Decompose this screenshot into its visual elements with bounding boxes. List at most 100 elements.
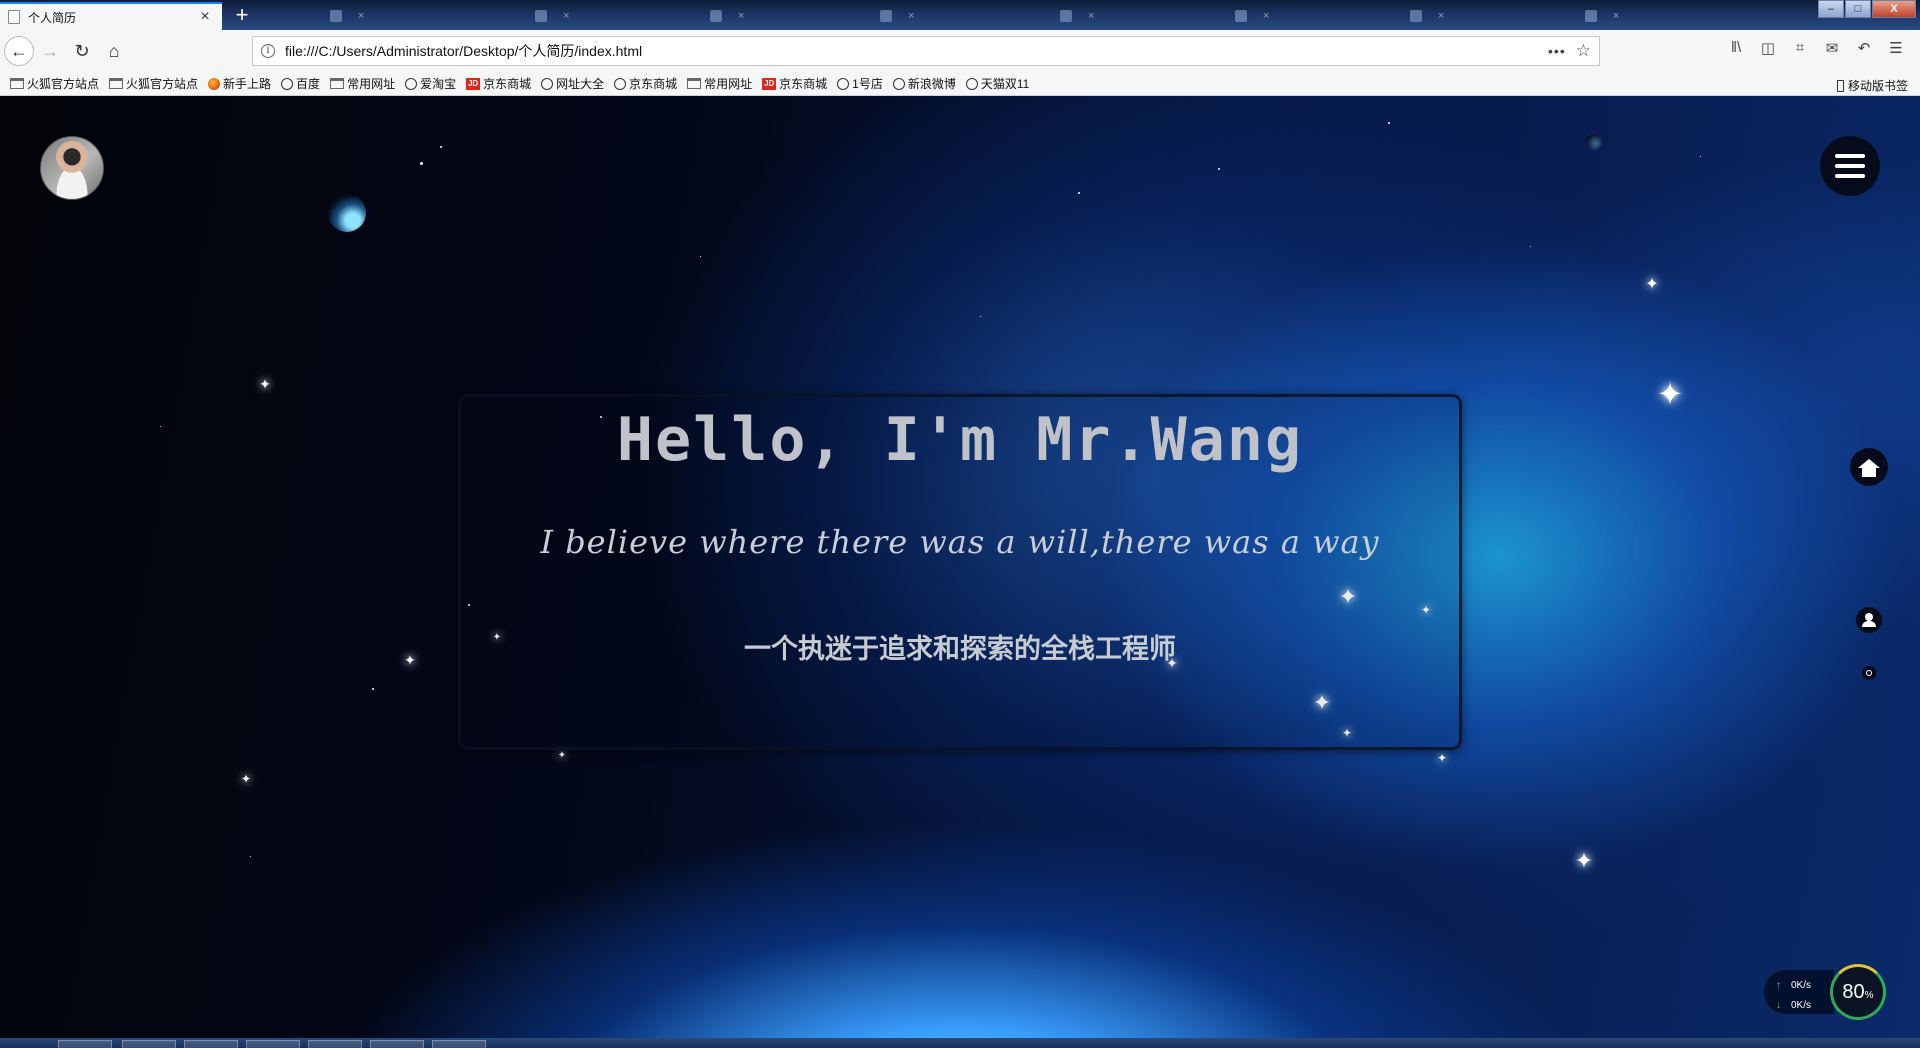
tab-active[interactable]: 个人简历 × (0, 2, 222, 30)
close-tab-icon[interactable]: × (1438, 10, 1444, 22)
new-tab-button[interactable]: + (230, 4, 254, 28)
tab-favicon-icon (710, 10, 722, 22)
page-icon (8, 10, 20, 24)
close-tab-icon[interactable]: × (908, 10, 914, 22)
menu-icon[interactable]: ☰ (1880, 39, 1912, 57)
background-tab[interactable]: × (710, 6, 744, 26)
taskbar (0, 1038, 1920, 1048)
bookmark-item[interactable]: 火狐官方站点 (10, 75, 99, 92)
taskbar-item[interactable] (308, 1040, 362, 1048)
sidebar-icon[interactable]: ◫ (1752, 39, 1784, 57)
page-actions-icon[interactable]: ••• (1548, 43, 1566, 59)
url-text[interactable]: file:///C:/Users/Administrator/Desktop/个… (285, 41, 1548, 61)
bookmark-item[interactable]: 天猫双11 (965, 75, 1029, 92)
network-speed-widget[interactable]: ↑ 0K/s ↓ 0K/s 80% (1764, 964, 1886, 1020)
folder-icon (330, 78, 345, 89)
taskbar-item[interactable] (58, 1040, 112, 1048)
close-tab-icon[interactable]: × (358, 10, 364, 22)
circle-icon (1866, 670, 1872, 676)
close-tab-icon[interactable]: × (1613, 10, 1619, 22)
home-button[interactable]: ⌂ (98, 35, 130, 67)
address-bar[interactable]: i file:///C:/Users/Administrator/Desktop… (252, 36, 1600, 66)
taskbar-item[interactable] (184, 1040, 238, 1048)
bookmark-item[interactable]: 新浪微博 (892, 75, 956, 92)
info-icon[interactable]: i (261, 44, 275, 58)
background-tab[interactable]: × (1235, 6, 1269, 26)
menu-button[interactable] (1820, 136, 1880, 196)
arrow-right-icon: → (41, 40, 59, 61)
bookmark-item[interactable]: 爱淘宝 (405, 75, 456, 92)
memory-percent: 80 (1842, 980, 1865, 1003)
screenshot-icon[interactable]: ⌗ (1784, 39, 1816, 57)
download-speed: 0K/s (1791, 1000, 1812, 1011)
background-tab[interactable]: × (1410, 6, 1444, 26)
background-tab[interactable]: × (1060, 6, 1094, 26)
sparkle-decoration: ✦ (259, 377, 271, 393)
avatar[interactable] (40, 136, 104, 200)
hamburger-icon (1835, 154, 1865, 158)
bookmark-item[interactable]: 百度 (281, 75, 320, 92)
tab-strip: 个人简历 × + × × × × × × × × – □ X (0, 0, 1920, 30)
reload-button[interactable]: ↻ (66, 35, 98, 67)
reload-icon: ↻ (74, 40, 90, 61)
star-decoration (980, 316, 981, 317)
forward-button[interactable]: → (34, 35, 66, 67)
maximize-button[interactable]: □ (1845, 0, 1871, 18)
bookmark-item[interactable]: 网址大全 (541, 75, 604, 92)
tab-favicon-icon (1410, 10, 1422, 22)
close-window-button[interactable]: X (1872, 0, 1916, 18)
chat-icon[interactable]: ✉ (1816, 39, 1848, 57)
bookmark-item[interactable]: 1号店 (837, 75, 883, 92)
tab-favicon-icon (1060, 10, 1072, 22)
bookmark-item[interactable]: 常用网址 (330, 75, 395, 92)
side-nav-about[interactable] (1856, 607, 1882, 633)
close-tab-icon[interactable]: × (1263, 10, 1269, 22)
bookmark-item[interactable]: 常用网址 (687, 75, 752, 92)
folder-icon (109, 78, 124, 89)
toolbar-icons: ‖\ ◫ ⌗ ✉ ↶ ☰ (1720, 39, 1912, 57)
globe-icon (614, 77, 627, 90)
back-button[interactable]: ← (4, 36, 34, 66)
taskbar-item[interactable] (246, 1040, 300, 1048)
sparkle-decoration: ✦ (240, 772, 252, 786)
library-icon[interactable]: ‖\ (1720, 39, 1752, 57)
background-tab[interactable]: × (330, 6, 364, 26)
page-viewport: ✦ ✦ ✦ ✦ ✦ ✦ ✦ ✦ ✦ ✦ ✦ ✦ ✦ ✦ Hello, I'm M… (0, 96, 1920, 1038)
mobile-bookmarks[interactable]: 移动版书签 (1836, 77, 1908, 94)
hamburger-icon (1835, 164, 1865, 168)
background-tab[interactable]: × (1585, 6, 1619, 26)
download-arrow-icon: ↓ (1776, 1000, 1781, 1011)
star-decoration (372, 688, 374, 690)
globe-icon (541, 77, 554, 90)
bookmark-item[interactable]: 新手上路 (208, 75, 271, 92)
star-decoration (700, 256, 701, 257)
side-nav-dot[interactable] (1862, 666, 1876, 680)
home-icon (1858, 458, 1880, 477)
close-tab-icon[interactable]: × (563, 10, 569, 22)
background-tab[interactable]: × (880, 6, 914, 26)
tab-favicon-icon (1235, 10, 1247, 22)
bookmark-star-icon[interactable]: ☆ (1576, 41, 1591, 61)
star-decoration (1078, 192, 1080, 194)
close-tab-icon[interactable]: × (738, 10, 744, 22)
folder-icon (687, 78, 702, 89)
close-tab-icon[interactable]: × (1088, 10, 1094, 22)
bookmark-item[interactable]: 京东商城 (614, 75, 677, 92)
bookmark-item[interactable]: 火狐官方站点 (109, 75, 198, 92)
minimize-button[interactable]: – (1818, 0, 1844, 18)
undo-icon[interactable]: ↶ (1848, 39, 1880, 57)
bookmark-item[interactable]: JD 京东商城 (466, 75, 531, 92)
taskbar-item[interactable] (370, 1040, 424, 1048)
taskbar-item[interactable] (122, 1040, 176, 1048)
jd-icon: JD (466, 77, 481, 90)
side-nav-home[interactable] (1850, 448, 1888, 486)
arrow-left-icon: ← (10, 40, 28, 61)
close-tab-icon[interactable]: × (196, 8, 214, 26)
bookmark-item[interactable]: JD 京东商城 (762, 75, 827, 92)
user-icon (1862, 613, 1876, 627)
star-decoration (1530, 246, 1531, 247)
sparkle-decoration: ✦ (1645, 274, 1659, 293)
star-decoration (160, 426, 161, 427)
taskbar-item[interactable] (432, 1040, 486, 1048)
background-tab[interactable]: × (535, 6, 569, 26)
